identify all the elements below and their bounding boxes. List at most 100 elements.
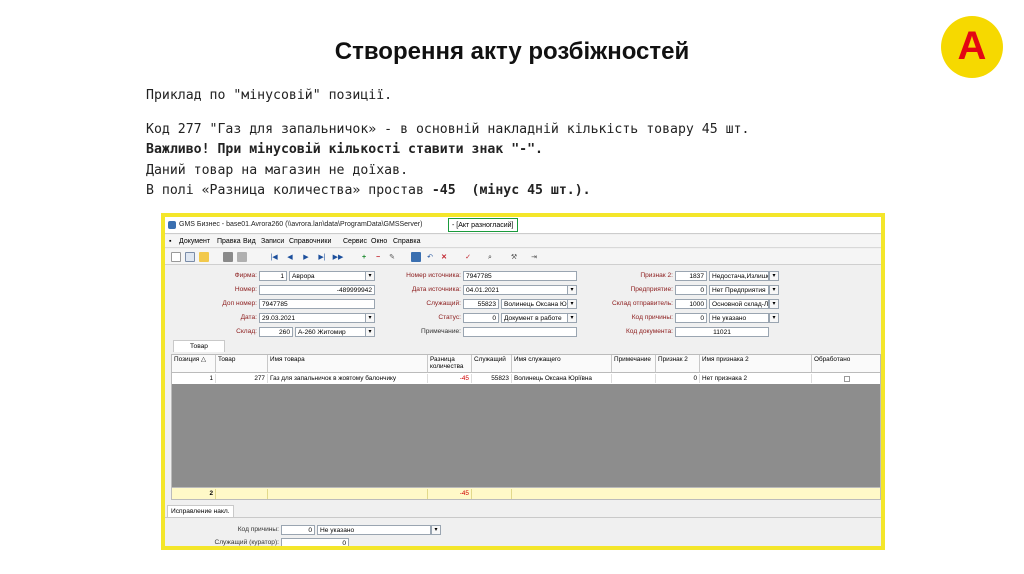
col-header-difference[interactable]: Разница количества: [428, 355, 472, 373]
chevron-down-icon[interactable]: ▾: [365, 271, 375, 281]
tab-correction[interactable]: Исправление накл.: [167, 505, 234, 517]
cancel-icon[interactable]: ✕: [439, 252, 449, 262]
chevron-down-icon[interactable]: ▾: [567, 285, 577, 295]
nomer-label: Номер:: [234, 286, 257, 293]
sklad-otpr-name-field[interactable]: Основной склад-Л: [709, 299, 769, 309]
menu-bar: ▪ Документ Правка Вид Записи Справочники…: [165, 235, 881, 248]
bottom-sluzh-code[interactable]: 0: [281, 538, 349, 546]
search-icon[interactable]: ⌕: [485, 252, 495, 262]
sklad-code-field[interactable]: 260: [259, 327, 293, 337]
sluzh-code-field[interactable]: 55823: [463, 299, 499, 309]
tools-icon[interactable]: ⚒: [509, 252, 519, 262]
tab-tovar[interactable]: Товар: [173, 340, 225, 352]
last-icon[interactable]: ▶▶: [333, 252, 344, 262]
menu-document[interactable]: Документ: [179, 238, 210, 245]
firma-name-field[interactable]: Аврора: [289, 271, 367, 281]
bottom-kod-prich-name[interactable]: Не указано: [317, 525, 431, 535]
play-icon[interactable]: ▶: [301, 252, 311, 262]
primech-field[interactable]: [463, 327, 577, 337]
sklad-otpr-code-field[interactable]: 1000: [675, 299, 707, 309]
col-header-position[interactable]: Позиция △: [172, 355, 216, 373]
check-icon[interactable]: ✓: [463, 252, 473, 262]
exit-icon[interactable]: ⇥: [529, 252, 539, 262]
app-screenshot: GMS Бизнес - base01.Avrora260 (\\avrora.…: [161, 213, 885, 550]
bottom-kod-prich-code[interactable]: 0: [281, 525, 315, 535]
chevron-down-icon[interactable]: ▾: [769, 299, 779, 309]
chevron-down-icon[interactable]: ▾: [567, 299, 577, 309]
prev-icon[interactable]: ◀: [285, 252, 295, 262]
cell-position[interactable]: 1: [172, 374, 216, 383]
cell-employee-name[interactable]: Волинець Оксана Юріївна: [512, 374, 612, 383]
total-cell-tovar: [216, 489, 268, 499]
menu-help[interactable]: Справка: [393, 238, 420, 245]
chevron-down-icon[interactable]: ▾: [431, 525, 441, 535]
menu-service[interactable]: Сервис: [343, 238, 367, 245]
edit-icon[interactable]: ✎: [387, 252, 397, 262]
primech-label: Примечание:: [421, 328, 461, 335]
chevron-down-icon[interactable]: ▾: [567, 313, 577, 323]
dop-nomer-field[interactable]: 7947785: [259, 299, 375, 309]
correction-panel: Код причины: 0 Не указано ▾ Служащий (ку…: [165, 517, 881, 546]
nomer-field[interactable]: -489999942: [259, 285, 375, 295]
menu-doc-icon: ▪: [169, 238, 172, 245]
nomer-ist-field[interactable]: 7947785: [463, 271, 577, 281]
kod-prich-code-field[interactable]: 0: [675, 313, 707, 323]
slide-title: Створення акту розбіжностей: [334, 38, 690, 65]
col-header-note[interactable]: Примечание: [612, 355, 656, 373]
save-icon[interactable]: [411, 252, 421, 262]
firma-code-field[interactable]: 1: [259, 271, 287, 281]
menu-window[interactable]: Окно: [371, 238, 387, 245]
menu-edit[interactable]: Правка: [217, 238, 241, 245]
cell-employee[interactable]: 55823: [472, 374, 512, 383]
col-header-sign2[interactable]: Признак 2: [656, 355, 700, 373]
nomer-ist-label: Номер источника:: [406, 272, 461, 279]
new-icon[interactable]: [171, 252, 181, 262]
priznak2-code-field[interactable]: 1837: [675, 271, 707, 281]
sklad-name-field[interactable]: А-260 Житомир: [295, 327, 367, 337]
next-icon[interactable]: ▶|: [317, 252, 327, 262]
priznak2-name-field[interactable]: Недостача,Излишек: [709, 271, 769, 281]
menu-view[interactable]: Вид: [243, 238, 256, 245]
col-header-processed[interactable]: Обработано: [812, 355, 880, 373]
data-field[interactable]: 29.03.2021: [259, 313, 367, 323]
kod-prich-label: Код причины:: [631, 314, 673, 321]
add-icon[interactable]: +: [359, 252, 369, 262]
print-preview-icon[interactable]: [237, 252, 247, 262]
sluzh-label: Служащий:: [426, 300, 461, 307]
data-ist-field[interactable]: 04.01.2021: [463, 285, 569, 295]
cell-sign2-name[interactable]: Нет признака 2: [700, 374, 812, 383]
sluzh-name-field[interactable]: Волинець Оксана Ю: [501, 299, 569, 309]
col-header-name[interactable]: Имя товара: [268, 355, 428, 373]
menu-references[interactable]: Справочники: [289, 238, 331, 245]
col-header-tovar[interactable]: Товар: [216, 355, 268, 373]
cell-name[interactable]: Газ для запальничок в жовтому балончику: [268, 374, 428, 383]
remove-icon[interactable]: −: [373, 252, 383, 262]
menu-records[interactable]: Записи: [261, 238, 284, 245]
first-icon[interactable]: |◀: [269, 252, 279, 262]
chevron-down-icon[interactable]: ▾: [365, 313, 375, 323]
col-header-sign2-name[interactable]: Имя признака 2: [700, 355, 812, 373]
chevron-down-icon[interactable]: ▾: [769, 271, 779, 281]
col-header-employee-name[interactable]: Имя служащего: [512, 355, 612, 373]
copy-icon[interactable]: [185, 252, 195, 262]
cell-tovar[interactable]: 277: [216, 374, 268, 383]
cell-difference[interactable]: -45: [428, 374, 472, 383]
predpr-code-field[interactable]: 0: [675, 285, 707, 295]
instruction-value: -45 (мінус 45 шт.).: [431, 183, 591, 198]
col-header-employee[interactable]: Служащий: [472, 355, 512, 373]
open-icon[interactable]: [199, 252, 209, 262]
undo-icon[interactable]: ↶: [425, 252, 435, 262]
chevron-down-icon[interactable]: ▾: [769, 313, 779, 323]
predpr-name-field[interactable]: Нет Предприятия: [709, 285, 769, 295]
cell-note[interactable]: [612, 374, 656, 383]
kod-doc-field[interactable]: 11021: [675, 327, 769, 337]
kod-doc-label: Код документа:: [625, 328, 673, 335]
cell-sign2[interactable]: 0: [656, 374, 700, 383]
processed-checkbox[interactable]: [844, 376, 850, 382]
chevron-down-icon[interactable]: ▾: [365, 327, 375, 337]
kod-prich-name-field[interactable]: Не указано: [709, 313, 769, 323]
status-code-field[interactable]: 0: [463, 313, 499, 323]
print-icon[interactable]: [223, 252, 233, 262]
status-name-field[interactable]: Документ в работе: [501, 313, 569, 323]
chevron-down-icon[interactable]: ▾: [769, 285, 779, 295]
